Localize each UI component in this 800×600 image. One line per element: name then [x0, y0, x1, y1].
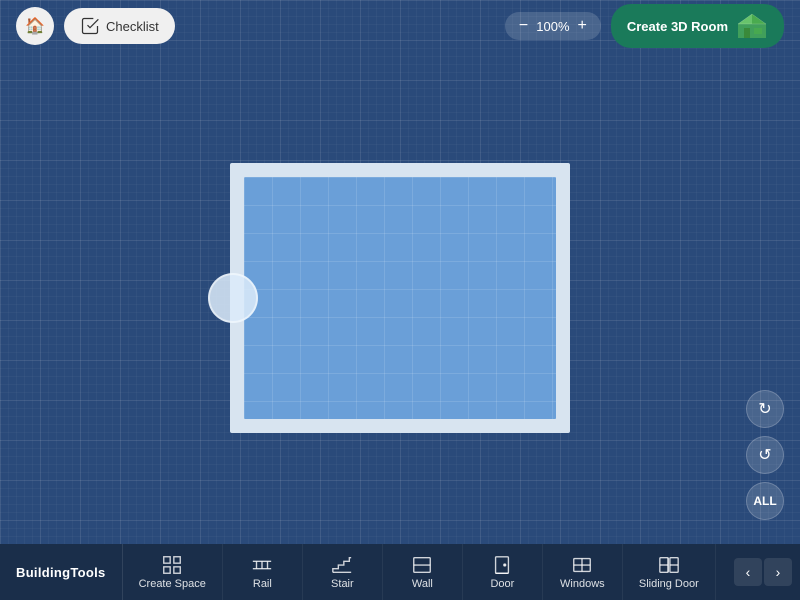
bottom-toolbar: BuildingTools Create Space Rail Stair — [0, 544, 800, 600]
zoom-in-button[interactable]: + — [576, 18, 589, 34]
stair-label: Stair — [331, 578, 354, 590]
zoom-out-button[interactable]: − — [517, 18, 530, 34]
top-bar-right: − 100% + Create 3D Room — [505, 4, 784, 48]
windows-icon — [571, 554, 593, 576]
canvas-area[interactable] — [0, 52, 800, 544]
toolbar-items: Create Space Rail Stair Wall — [123, 544, 726, 600]
checklist-label: Checklist — [106, 19, 159, 34]
undo-icon: ↺ — [758, 445, 771, 465]
toolbar-item-create-space[interactable]: Create Space — [123, 544, 223, 600]
checklist-icon — [80, 16, 100, 36]
create-3d-button[interactable]: Create 3D Room — [611, 4, 784, 48]
redo-button[interactable]: ↻ — [746, 390, 784, 428]
toolbar-prev-button[interactable]: ‹ — [734, 558, 762, 586]
create-3d-label: Create 3D Room — [627, 19, 728, 34]
home-button[interactable]: 🏠 — [16, 7, 54, 45]
zoom-level: 100% — [536, 19, 569, 34]
toolbar-next-button[interactable]: › — [764, 558, 792, 586]
house-3d-icon — [736, 12, 768, 40]
wall-icon — [411, 554, 433, 576]
door-handle[interactable] — [208, 273, 258, 323]
stair-icon — [331, 554, 353, 576]
toolbar-item-door[interactable]: Door — [463, 544, 543, 600]
top-bar-left: 🏠 Checklist — [16, 7, 175, 45]
door-label: Door — [490, 578, 514, 590]
undo-button[interactable]: ↺ — [746, 436, 784, 474]
door-icon — [491, 554, 513, 576]
sliding-door-label: Sliding Door — [639, 578, 699, 590]
brand-label: BuildingTools — [0, 544, 123, 600]
room-outer-wall — [230, 163, 570, 433]
zoom-control: − 100% + — [505, 12, 601, 40]
toolbar-item-sliding-door[interactable]: Sliding Door — [623, 544, 716, 600]
wall-label: Wall — [412, 578, 433, 590]
create-space-label: Create Space — [139, 578, 206, 590]
rail-label: Rail — [253, 578, 272, 590]
toolbar-item-windows[interactable]: Windows — [543, 544, 623, 600]
toolbar-item-stair[interactable]: Stair — [303, 544, 383, 600]
toolbar-item-rail[interactable]: Rail — [223, 544, 303, 600]
toolbar-item-wall[interactable]: Wall — [383, 544, 463, 600]
redo-icon: ↻ — [758, 399, 771, 419]
all-icon: ALL — [753, 494, 776, 508]
room-container[interactable] — [230, 163, 570, 433]
room-floor — [244, 177, 556, 419]
toolbar-nav: ‹ › — [726, 558, 800, 586]
right-tools-panel: ↻ ↺ ALL — [746, 390, 784, 520]
sliding-door-icon — [658, 554, 680, 576]
top-bar: 🏠 Checklist − 100% + Create 3D Room — [0, 0, 800, 52]
windows-label: Windows — [560, 578, 605, 590]
rail-icon — [251, 554, 273, 576]
create-space-icon — [161, 554, 183, 576]
all-button[interactable]: ALL — [746, 482, 784, 520]
checklist-button[interactable]: Checklist — [64, 8, 175, 44]
